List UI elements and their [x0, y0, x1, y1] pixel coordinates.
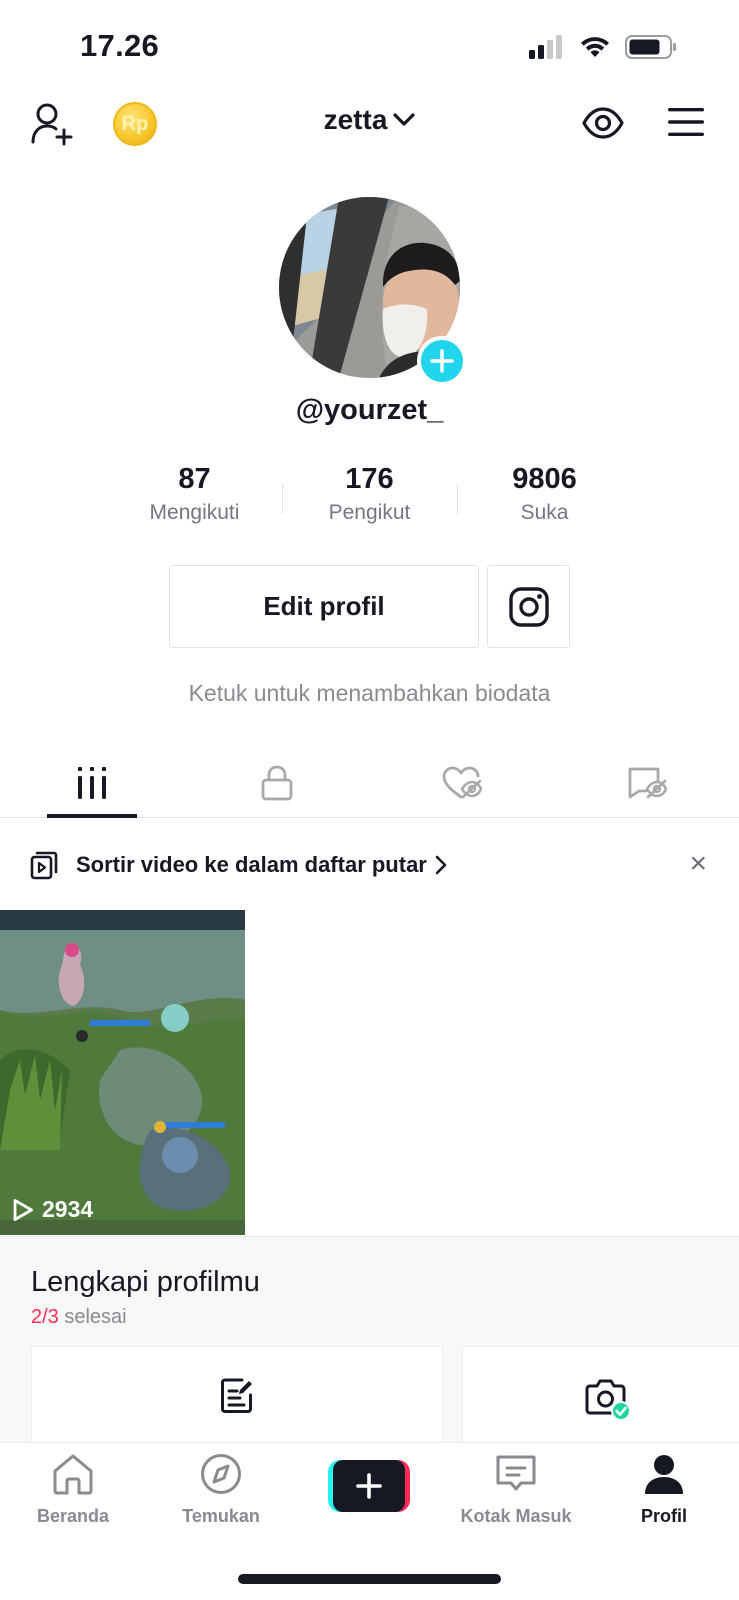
- plus-icon: [430, 349, 454, 373]
- nav-label: Kotak Masuk: [460, 1506, 572, 1526]
- stat-value: 87: [178, 463, 211, 495]
- play-icon: [13, 1198, 33, 1221]
- instagram-icon: [508, 586, 549, 627]
- profile-stats: 87 Mengikuti 176 Pengikut 9806 Suka: [0, 462, 739, 525]
- chevron-right-icon: [435, 855, 447, 875]
- profile-views-button[interactable]: [581, 103, 625, 143]
- complete-profile-progress: 2/3 selesai: [31, 1306, 127, 1329]
- stat-label: Mengikuti: [149, 500, 240, 524]
- progress-suffix: selesai: [58, 1306, 127, 1328]
- liked-hidden-icon: [442, 766, 482, 798]
- content-tabs: [0, 748, 739, 818]
- playlist-banner-link[interactable]: Sortir video ke dalam daftar putar: [76, 852, 447, 878]
- nav-inbox[interactable]: Kotak Masuk: [446, 1453, 586, 1527]
- create-icon: [333, 1460, 405, 1512]
- stat-label: Pengikut: [328, 500, 411, 524]
- stat-value: 176: [345, 463, 394, 495]
- home-indicator: [238, 1574, 501, 1584]
- nav-home[interactable]: Beranda: [3, 1453, 143, 1527]
- edit-bio-icon: [221, 1378, 252, 1413]
- tab-private[interactable]: [185, 748, 370, 817]
- bio-placeholder[interactable]: Ketuk untuk menambahkan biodata: [0, 680, 739, 707]
- battery-icon: [625, 35, 676, 59]
- stat-value: 9806: [512, 463, 577, 495]
- nav-discover[interactable]: Temukan: [151, 1453, 291, 1527]
- instagram-button[interactable]: [487, 565, 570, 648]
- view-count: 2934: [42, 1196, 94, 1222]
- grid-icon: [78, 766, 107, 799]
- wifi-icon: [581, 37, 609, 57]
- complete-profile-title: Lengkapi profilmu: [31, 1266, 260, 1298]
- account-switcher[interactable]: zetta: [324, 104, 416, 136]
- nav-label: Temukan: [182, 1506, 260, 1526]
- tab-tagged[interactable]: [554, 748, 739, 817]
- tab-liked[interactable]: [370, 748, 555, 817]
- video-thumbnail-image: [0, 910, 245, 1235]
- add-avatar-button[interactable]: [417, 336, 467, 386]
- nav-label: Beranda: [36, 1506, 110, 1526]
- camera-check-icon: [585, 1379, 631, 1421]
- account-switcher-wrap: zetta: [0, 104, 739, 136]
- nav-profile[interactable]: Profil: [594, 1453, 734, 1527]
- playlist-banner: Sortir video ke dalam daftar putar: [0, 832, 739, 898]
- status-icons: [529, 34, 677, 60]
- stat-label: Suka: [520, 500, 569, 524]
- close-banner-button[interactable]: ×: [689, 848, 707, 880]
- menu-button[interactable]: [667, 105, 705, 139]
- chevron-down-icon: [393, 113, 415, 126]
- status-time: 17.26: [80, 28, 160, 63]
- video-view-count: 2934: [12, 1196, 93, 1223]
- hamburger-menu-icon: [668, 108, 704, 136]
- progress-done: 2/3: [31, 1306, 59, 1328]
- eye-icon: [582, 107, 624, 139]
- playlist-icon: [30, 851, 58, 880]
- edit-profile-button[interactable]: Edit profil: [169, 565, 479, 648]
- compass-icon: [201, 1454, 241, 1494]
- create-button[interactable]: [328, 1460, 410, 1512]
- inbox-icon: [496, 1455, 536, 1491]
- stat-followers[interactable]: 176 Pengikut: [283, 462, 457, 525]
- playlist-banner-text: Sortir video ke dalam daftar putar: [76, 852, 427, 877]
- signal-icon: [529, 35, 562, 59]
- stat-likes[interactable]: 9806 Suka: [458, 462, 632, 525]
- active-tab-indicator: [47, 814, 138, 818]
- home-icon: [53, 1454, 93, 1495]
- profile-icon: [645, 1455, 683, 1494]
- top-username: zetta: [323, 104, 388, 135]
- nav-label: Profil: [640, 1506, 687, 1526]
- tab-videos[interactable]: [0, 748, 185, 818]
- lock-icon: [261, 765, 293, 800]
- video-thumbnail[interactable]: [0, 910, 245, 1235]
- tagged-hidden-icon: [628, 767, 667, 798]
- profile-handle: @yourzet_: [295, 394, 444, 426]
- stat-following[interactable]: 87 Mengikuti: [108, 462, 282, 525]
